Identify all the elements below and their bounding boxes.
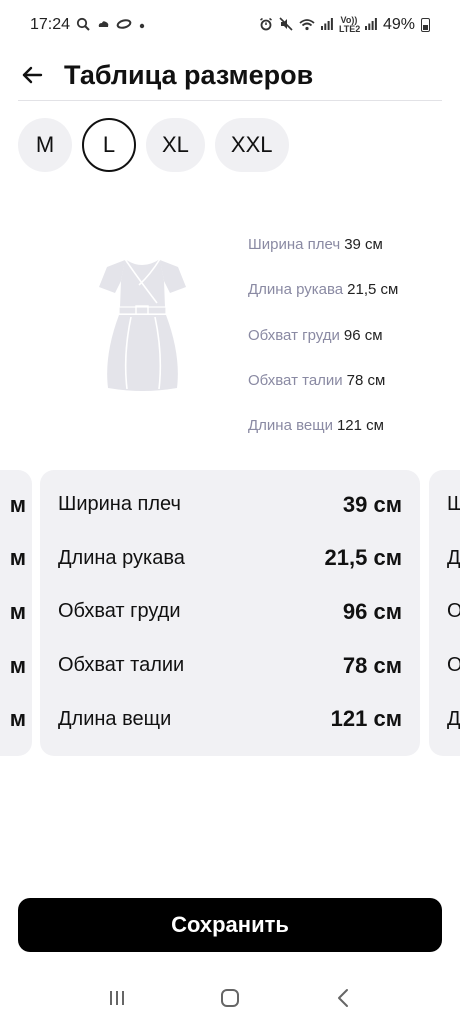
peek-row: Д bbox=[447, 546, 460, 569]
card-row-name: Ширина плеч bbox=[58, 493, 181, 516]
measure-value: 21,5 см bbox=[347, 281, 399, 299]
card-row-value: 78 см bbox=[342, 652, 402, 678]
card-row-name: Обхват груди bbox=[58, 600, 181, 623]
header: Таблица размеров bbox=[0, 50, 460, 100]
peek-row: О bbox=[447, 654, 460, 677]
more-notifications-icon bbox=[138, 19, 146, 32]
peek-row: м bbox=[9, 491, 26, 517]
measure-name: Обхват талии bbox=[248, 372, 343, 390]
search-icon bbox=[76, 17, 90, 33]
save-button[interactable]: Сохранить bbox=[18, 898, 442, 952]
size-chip-m[interactable]: M bbox=[18, 118, 72, 172]
battery-percent: 49% bbox=[382, 16, 415, 33]
recent-apps-icon bbox=[109, 991, 124, 1005]
peek-row: м bbox=[9, 545, 26, 571]
wifi-icon bbox=[299, 18, 315, 33]
system-nav-bar bbox=[0, 972, 460, 1024]
measurement-list: Ширина плеч 39 см Длина рукава 21,5 см О… bbox=[248, 222, 398, 448]
card-row-chest: Обхват груди 96 см bbox=[58, 585, 402, 639]
peek-row: м bbox=[9, 706, 26, 732]
card-row-value: 21,5 см bbox=[324, 545, 402, 571]
measure-value: 96 см bbox=[343, 326, 383, 344]
measure-name: Длина вещи bbox=[248, 417, 333, 435]
size-chip-l[interactable]: L bbox=[82, 118, 136, 172]
alarm-icon bbox=[259, 17, 273, 33]
peek-row: м bbox=[9, 598, 26, 624]
status-bar-right: Vo)) LTE2 49% bbox=[259, 16, 430, 34]
home-icon bbox=[220, 989, 239, 1007]
card-row-shoulders: Ширина плеч 39 см bbox=[58, 478, 402, 532]
measure-value: 39 см bbox=[344, 236, 383, 254]
page-title: Таблица размеров bbox=[64, 59, 314, 90]
measure-name: Обхват груди bbox=[248, 326, 340, 344]
card-row-name: Обхват талии bbox=[58, 654, 185, 677]
measure-name: Длина рукава bbox=[248, 281, 344, 299]
back-button[interactable] bbox=[2, 50, 62, 100]
home-button[interactable] bbox=[205, 978, 255, 1018]
size-selector: M L XL XXL bbox=[18, 118, 289, 172]
size-chip-xxl[interactable]: XXL bbox=[214, 118, 289, 172]
measure-row-length: Длина вещи 121 см bbox=[248, 403, 398, 448]
header-divider bbox=[18, 100, 442, 101]
card-row-length: Длина вещи 121 см bbox=[58, 692, 402, 746]
card-row-value: 96 см bbox=[342, 598, 402, 624]
battery-icon bbox=[421, 18, 430, 32]
measure-row-sleeve: Длина рукава 21,5 см bbox=[248, 267, 398, 312]
measure-row-waist: Обхват талии 78 см bbox=[248, 358, 398, 403]
arrow-left-icon bbox=[22, 66, 43, 84]
peek-row: О bbox=[447, 600, 460, 623]
weather-icon bbox=[96, 17, 110, 33]
dress-illustration bbox=[99, 258, 186, 391]
card-row-value: 121 см bbox=[330, 706, 402, 732]
system-back-button[interactable] bbox=[318, 978, 368, 1018]
app-notification-icon bbox=[116, 18, 132, 32]
measure-name: Ширина плеч bbox=[248, 236, 341, 254]
size-chip-xl[interactable]: XL bbox=[146, 118, 205, 172]
next-size-card[interactable]: Ш Д О О Д bbox=[429, 470, 460, 756]
status-time: 17:24 bbox=[30, 16, 71, 33]
peek-row: Ш bbox=[447, 493, 460, 516]
signal-icon-2 bbox=[364, 18, 377, 32]
status-bar-left: 17:24 bbox=[30, 16, 146, 34]
card-row-name: Длина рукава bbox=[58, 546, 185, 569]
recent-apps-button[interactable] bbox=[92, 978, 142, 1018]
card-row-value: 39 см bbox=[342, 491, 402, 517]
network-type-label: Vo)) LTE2 bbox=[338, 15, 361, 34]
measure-row-chest: Обхват груди 96 см bbox=[248, 313, 398, 358]
prev-size-card[interactable]: м м м м м bbox=[0, 470, 32, 756]
card-row-name: Длина вещи bbox=[58, 707, 172, 730]
peek-row: м bbox=[9, 652, 26, 678]
chevron-left-icon bbox=[338, 989, 349, 1007]
measure-value: 121 см bbox=[336, 417, 384, 435]
signal-icon bbox=[320, 18, 333, 32]
status-bar: 17:24 Vo)) LTE2 49% bbox=[0, 0, 460, 50]
mute-icon bbox=[279, 17, 293, 33]
peek-row: Д bbox=[447, 707, 460, 730]
measure-value: 78 см bbox=[346, 372, 386, 390]
measure-row-shoulders: Ширина плеч 39 см bbox=[248, 222, 398, 267]
card-row-sleeve: Длина рукава 21,5 см bbox=[58, 532, 402, 586]
size-card-l: Ширина плеч 39 см Длина рукава 21,5 см О… bbox=[40, 470, 420, 756]
card-row-waist: Обхват талии 78 см bbox=[58, 639, 402, 693]
